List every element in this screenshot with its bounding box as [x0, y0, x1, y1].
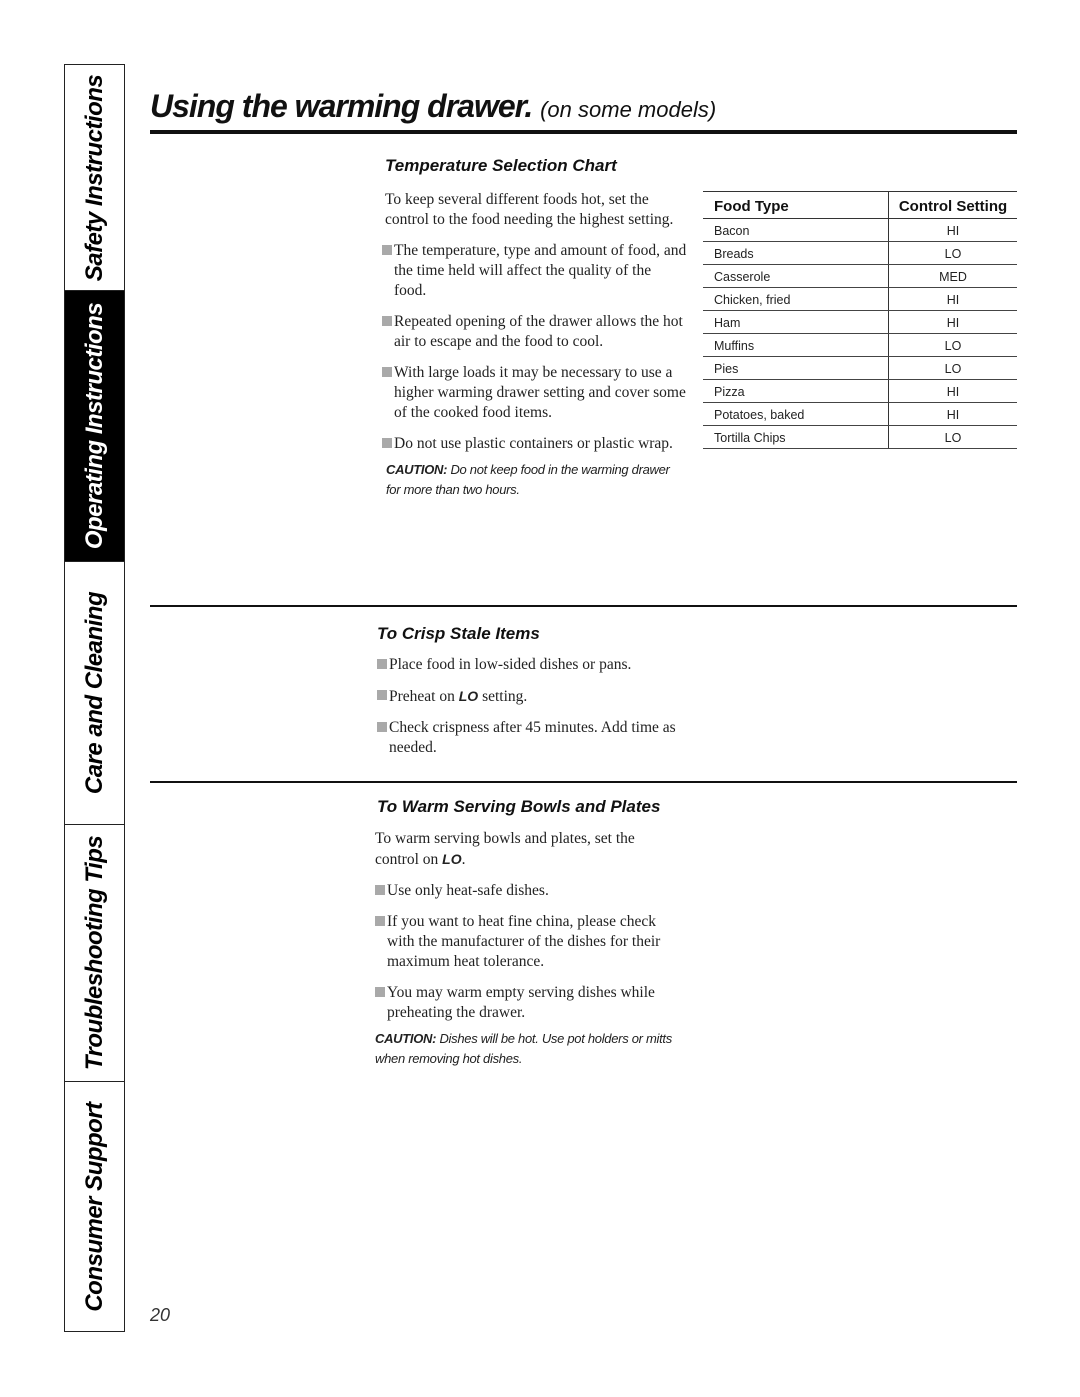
temperature-selection-table: Food Type Control Setting Bacon HI Breads… [703, 191, 1017, 449]
food-cell: Casserole [703, 264, 889, 288]
bullet-square-icon [377, 722, 387, 732]
table-row: Ham HI [703, 310, 1017, 334]
tab-consumer-support[interactable]: Consumer Support [65, 1082, 124, 1331]
section-divider [150, 605, 1017, 607]
tab-label: Care and Cleaning [80, 591, 108, 795]
column-header-control-setting: Control Setting [888, 191, 1017, 219]
food-cell: Potatoes, baked [703, 402, 889, 426]
temperature-chart-heading: Temperature Selection Chart [385, 156, 617, 175]
list-item: Repeated opening of the drawer allows th… [382, 312, 687, 352]
food-cell: Pies [703, 356, 889, 380]
page-title: Using the warming drawer. (on some model… [150, 88, 716, 125]
bullet-square-icon [375, 885, 385, 895]
bullet-square-icon [375, 987, 385, 997]
list-item: Check crispness after 45 minutes. Add ti… [377, 718, 682, 758]
setting-cell: LO [888, 425, 1017, 449]
bullet-square-icon [375, 916, 385, 926]
bullet-square-icon [377, 690, 387, 700]
setting-cell: HI [888, 218, 1017, 242]
bullet-square-icon [382, 245, 392, 255]
list-item: With large loads it may be necessary to … [382, 363, 687, 423]
setting-cell: MED [888, 264, 1017, 288]
tab-label: Safety Instructions [80, 74, 108, 281]
table-header-row: Food Type Control Setting [703, 191, 1017, 219]
caution-note: CAUTION: Dishes will be hot. Use pot hol… [375, 1031, 672, 1066]
food-cell: Bacon [703, 218, 889, 242]
food-cell: Muffins [703, 333, 889, 357]
list-item: If you want to heat fine china, please c… [375, 912, 680, 972]
tab-label: Troubleshooting Tips [80, 835, 108, 1071]
list-item: You may warm empty serving dishes while … [375, 983, 680, 1023]
warm-bowls-intro: To warm serving bowls and plates, set th… [375, 830, 635, 868]
food-cell: Breads [703, 241, 889, 265]
tab-care-and-cleaning[interactable]: Care and Cleaning [65, 562, 124, 825]
bullet-square-icon [382, 367, 392, 377]
table-row: Casserole MED [703, 264, 1017, 288]
table-row: Potatoes, baked HI [703, 402, 1017, 426]
tab-label: Consumer Support [80, 1101, 108, 1312]
table-row: Pies LO [703, 356, 1017, 380]
bullet-square-icon [382, 438, 392, 448]
food-cell: Tortilla Chips [703, 425, 889, 449]
setting-cell: LO [888, 333, 1017, 357]
page-title-subtitle: (on some models) [540, 97, 717, 122]
list-item: Preheat on LO setting. [377, 686, 682, 707]
tab-safety-instructions[interactable]: Safety Instructions [65, 65, 124, 291]
setting-cell: LO [888, 356, 1017, 380]
warm-bowls-heading: To Warm Serving Bowls and Plates [377, 797, 661, 816]
setting-cell: LO [888, 241, 1017, 265]
setting-cell: HI [888, 379, 1017, 403]
section-tabs: Safety Instructions Operating Instructio… [64, 64, 125, 1332]
page-number: 20 [150, 1305, 171, 1325]
setting-cell: HI [888, 402, 1017, 426]
tab-troubleshooting-tips[interactable]: Troubleshooting Tips [65, 825, 124, 1082]
table-row: Breads LO [703, 241, 1017, 265]
table-row: Pizza HI [703, 379, 1017, 403]
table-row: Chicken, fried HI [703, 287, 1017, 311]
title-divider [150, 130, 1017, 134]
warm-bowls-text: To warm serving bowls and plates, set th… [375, 829, 680, 1069]
page-title-main: Using the warming drawer. [150, 88, 533, 124]
setting-cell: HI [888, 287, 1017, 311]
temperature-chart-intro: To keep several different foods hot, set… [385, 191, 674, 228]
caution-note: CAUTION: Do not keep food in the warming… [386, 462, 670, 497]
list-item: Place food in low-sided dishes or pans. [377, 655, 682, 675]
setting-cell: HI [888, 310, 1017, 334]
list-item: The temperature, type and amount of food… [382, 241, 687, 301]
food-cell: Pizza [703, 379, 889, 403]
list-item: Use only heat-safe dishes. [375, 881, 680, 901]
bullet-square-icon [377, 659, 387, 669]
crisp-heading: To Crisp Stale Items [377, 624, 540, 643]
food-cell: Chicken, fried [703, 287, 889, 311]
tab-operating-instructions[interactable]: Operating Instructions [65, 291, 124, 562]
table-row: Muffins LO [703, 333, 1017, 357]
food-cell: Ham [703, 310, 889, 334]
list-item: Do not use plastic containers or plastic… [382, 434, 687, 454]
tab-label: Operating Instructions [80, 302, 108, 550]
table-row: Bacon HI [703, 218, 1017, 242]
column-header-food-type: Food Type [703, 191, 889, 219]
section-divider [150, 781, 1017, 783]
crisp-text: Place food in low-sided dishes or pans. … [377, 655, 682, 769]
bullet-square-icon [382, 316, 392, 326]
table-row: Tortilla Chips LO [703, 425, 1017, 449]
temperature-chart-text: To keep several different foods hot, set… [382, 190, 687, 500]
